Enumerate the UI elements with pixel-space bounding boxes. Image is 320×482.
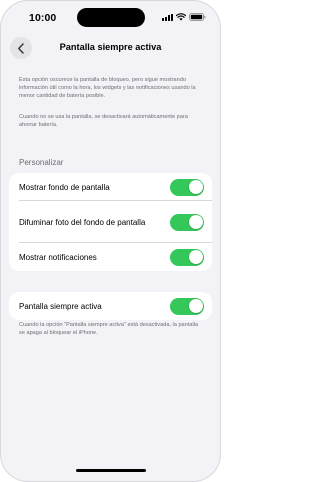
row-label: Difuminar foto del fondo de pantalla (19, 217, 146, 227)
personalize-group: Mostrar fondo de pantalla Difuminar foto… (9, 173, 212, 271)
row-label: Mostrar notificaciones (19, 252, 97, 262)
row-blur-wallpaper: Difuminar foto del fondo de pantalla (9, 201, 212, 243)
home-indicator[interactable] (76, 469, 146, 472)
phone-screen: 10:00 Pantalla siempre activa Esta opció… (0, 0, 221, 482)
row-always-on: Pantalla siempre activa (9, 292, 212, 320)
dynamic-island (77, 8, 145, 27)
always-on-display-toggle[interactable] (170, 297, 204, 315)
row-label: Mostrar fondo de pantalla (19, 182, 110, 192)
wifi-icon (176, 13, 186, 21)
row-show-notifications: Mostrar notificaciones (9, 243, 212, 271)
intro-description: Esta opción oscurece la pantalla de bloq… (19, 77, 196, 100)
row-label: Pantalla siempre activa (19, 301, 102, 311)
blur-wallpaper-toggle[interactable] (170, 213, 204, 231)
footer-description: Cuando la opción "Pantalla siempre activ… (19, 322, 199, 337)
show-wallpaper-toggle[interactable] (170, 178, 204, 196)
battery-icon (189, 13, 206, 21)
show-notifications-toggle[interactable] (170, 248, 204, 266)
always-on-group: Pantalla siempre activa (9, 292, 212, 320)
section-header-personalizar: Personalizar (19, 158, 64, 167)
status-bar: 10:00 (1, 1, 220, 35)
cellular-signal-icon (162, 13, 173, 21)
status-icons (162, 13, 206, 21)
page-title: Pantalla siempre activa (59, 42, 162, 52)
status-time: 10:00 (29, 12, 57, 24)
nav-header: Pantalla siempre activa (1, 35, 220, 61)
row-show-wallpaper: Mostrar fondo de pantalla (9, 173, 212, 201)
auto-off-description: Cuando no se usa la pantalla, se desacti… (19, 114, 188, 129)
